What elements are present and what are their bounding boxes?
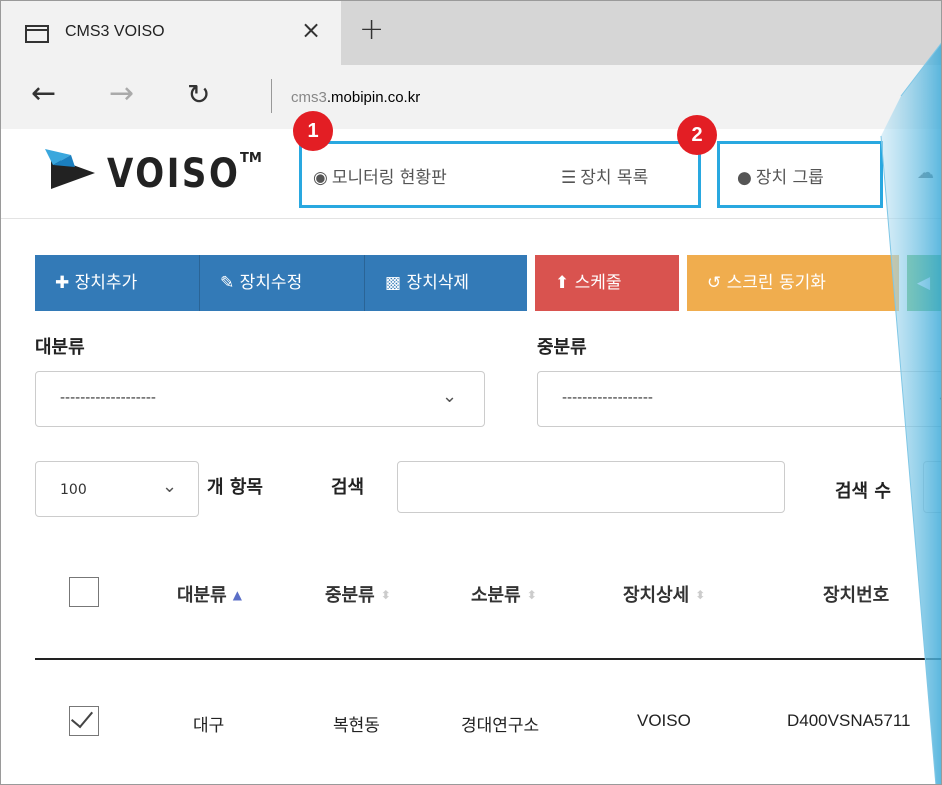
url-domain: .mobipin.co.kr: [326, 89, 421, 106]
upload-icon: ⬆: [555, 273, 570, 293]
step-badge-1: 1: [293, 111, 333, 151]
column-header-major-label: 대분류: [177, 585, 227, 606]
highlight-box-2: [717, 141, 883, 208]
page-size-value: 100: [60, 482, 87, 498]
forward-arrow-icon[interactable]: →: [109, 79, 134, 109]
chevron-down-icon: ⌄: [162, 476, 178, 497]
delete-device-button[interactable]: ▩ 장치삭제: [365, 255, 527, 311]
new-tab-button[interactable]: +: [359, 15, 384, 45]
refresh-icon[interactable]: ↻: [187, 81, 210, 109]
cell-major: 대구: [193, 716, 225, 736]
checkmark-icon: [70, 705, 94, 729]
major-category-select[interactable]: ------------------- ⌄: [35, 371, 485, 427]
column-header-minor[interactable]: 소분류 ⬍: [471, 581, 537, 607]
screen-sync-label: 스크린 동기화: [726, 273, 826, 293]
search-count-input[interactable]: [923, 461, 941, 513]
cell-serial: D400VSNA5711: [787, 711, 911, 730]
row-checkbox[interactable]: [69, 705, 99, 736]
volume-button[interactable]: ◀: [907, 255, 941, 311]
delete-device-label: 장치삭제: [406, 273, 470, 293]
browser-tab[interactable]: CMS3 VOISO ×: [1, 1, 341, 65]
tab-title: CMS3 VOISO: [65, 23, 165, 40]
address-divider: [271, 79, 272, 113]
sort-asc-icon: ▲: [232, 588, 242, 602]
volume-icon: ◀: [917, 273, 931, 293]
address-bar: ← → ↻ cms3.mobipin.co.kr: [1, 65, 941, 129]
major-category-value: -------------------: [60, 390, 156, 406]
middle-category-label: 중분류: [537, 337, 587, 358]
logo-play-icon: [45, 149, 95, 189]
search-label: 검색: [331, 477, 365, 498]
highlight-box-1: [299, 141, 701, 208]
column-header-major[interactable]: 대분류 ▲: [177, 581, 242, 607]
table-header-rule: [35, 658, 941, 660]
search-input[interactable]: [397, 461, 785, 513]
middle-category-value: ------------------: [562, 390, 653, 406]
add-device-button[interactable]: ✚ 장치추가: [35, 255, 199, 311]
schedule-button[interactable]: ⬆ 스케줄: [535, 255, 679, 311]
page-size-select[interactable]: 100 ⌄: [35, 461, 199, 517]
history-icon: ↺: [707, 273, 722, 293]
sort-icon: ⬍: [695, 588, 706, 602]
column-header-minor-label: 소분류: [471, 585, 521, 606]
step-badge-2: 2: [677, 115, 717, 155]
cell-middle: 복현동: [333, 716, 380, 736]
column-header-middle-label: 중분류: [325, 585, 375, 606]
chevron-down-icon: ⌄: [442, 386, 458, 407]
tab-bar: CMS3 VOISO × +: [1, 1, 941, 65]
middle-category-select[interactable]: ------------------ ⌄: [537, 371, 941, 427]
items-label: 개 항목: [207, 477, 263, 498]
column-header-serial-label: 장치번호: [823, 585, 890, 606]
url-subdomain: cms3: [291, 89, 327, 106]
column-header-detail-label: 장치상세: [623, 585, 690, 606]
column-header-middle[interactable]: 중분류 ⬍: [325, 581, 391, 607]
page-icon: [25, 25, 49, 43]
sort-icon: ⬍: [526, 588, 537, 602]
logo-text: VOISO: [107, 151, 241, 197]
column-header-serial[interactable]: 장치번호: [823, 581, 889, 607]
plus-icon: ✚: [55, 273, 70, 293]
add-device-label: 장치추가: [74, 273, 138, 293]
column-header-detail[interactable]: 장치상세 ⬍: [623, 581, 705, 607]
upload-cloud-icon[interactable]: ☁: [917, 163, 934, 183]
cell-detail: VOISO: [637, 711, 691, 730]
edit-device-label: 장치수정: [239, 273, 303, 293]
cell-minor: 경대연구소: [461, 716, 540, 736]
close-tab-icon[interactable]: ×: [301, 18, 321, 42]
url-field[interactable]: cms3.mobipin.co.kr: [291, 89, 420, 106]
major-category-label: 대분류: [35, 337, 85, 358]
search-count-label: 검색 수: [835, 481, 891, 502]
chevron-down-icon: ⌄: [936, 386, 941, 407]
browser-window: CMS3 VOISO × + ← → ↻ cms3.mobipin.co.kr …: [0, 0, 942, 785]
sort-icon: ⬍: [380, 588, 391, 602]
select-all-checkbox[interactable]: [69, 577, 99, 607]
schedule-label: 스케줄: [574, 273, 622, 293]
screen-sync-button[interactable]: ↺ 스크린 동기화: [687, 255, 899, 311]
pencil-icon: ✎: [220, 273, 235, 293]
logo-tm: TM: [240, 151, 262, 166]
back-arrow-icon[interactable]: ←: [31, 79, 56, 109]
edit-device-button[interactable]: ✎ 장치수정: [200, 255, 364, 311]
voiso-logo[interactable]: VOISO TM: [45, 149, 265, 197]
trash-icon: ▩: [385, 273, 402, 293]
